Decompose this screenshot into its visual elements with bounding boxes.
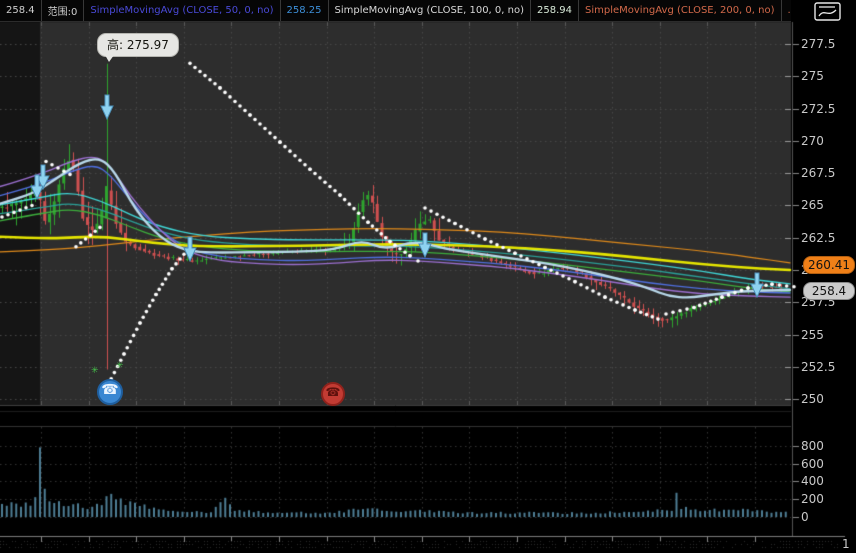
price-axis-label: 250 — [801, 392, 824, 407]
price-axis-label: 277.5 — [801, 36, 836, 51]
sell-signal-arrow-icon — [183, 236, 197, 263]
price-axis-label: 262.5 — [801, 230, 836, 245]
volume-axis-label: 600 — [801, 456, 824, 471]
green-marker-icon: ✳ — [116, 361, 124, 371]
study-toolbar: 258.4 范围:0 SimpleMovingAvg (CLOSE, 50, 0, … — [0, 0, 791, 22]
conference-call-event-icon[interactable]: ☎ — [321, 382, 345, 406]
volume-axis-label: 200 — [801, 492, 824, 507]
price-chart-canvas[interactable] — [0, 0, 856, 553]
price-readout: 范围:0 — [42, 0, 85, 21]
price-axis-label: 275 — [801, 69, 824, 84]
sell-signal-arrow-icon — [418, 232, 432, 259]
line-curve-icon — [814, 2, 841, 21]
study-value: 258.25 — [281, 0, 329, 21]
chart-style-button[interactable] — [814, 2, 841, 21]
volume-axis-label: 400 — [801, 474, 824, 489]
high-price-tooltip: 高: 275.97 — [97, 33, 179, 62]
price-axis-label: 270 — [801, 133, 824, 148]
trading-chart-window: 258.4 范围:0 SimpleMovingAvg (CLOSE, 50, 0, … — [0, 0, 856, 553]
sell-signal-arrow-icon — [750, 272, 764, 298]
last-price-badge: 258.4 — [803, 281, 855, 300]
sell-signal-arrow-icon — [30, 174, 44, 201]
volume-axis-label: 800 — [801, 438, 824, 453]
price-axis-label: 267.5 — [801, 166, 836, 181]
green-marker-icon: ✳ — [91, 366, 99, 376]
study-value: ... — [782, 0, 792, 21]
volume-axis-label: 0 — [801, 510, 809, 524]
price-readout: 258.4 — [0, 0, 42, 21]
study-label[interactable]: SimpleMovingAvg (CLOSE, 200, 0, no) — [579, 0, 782, 21]
price-axis-label: 272.5 — [801, 101, 836, 116]
price-axis-label: 265 — [801, 198, 824, 213]
time-axis-label: 1 — [842, 537, 850, 551]
price-axis-label: 255 — [801, 327, 824, 342]
conference-call-event-icon[interactable]: ☎ — [97, 379, 123, 405]
study-value: 258.94 — [531, 0, 579, 21]
study-label[interactable]: SimpleMovingAvg (CLOSE, 100, 0, no) — [329, 0, 531, 21]
sma200-price-badge: 260.41 — [803, 255, 855, 274]
price-axis-label: 252.5 — [801, 359, 836, 374]
sell-signal-arrow-icon — [100, 94, 114, 121]
study-label[interactable]: SimpleMovingAvg (CLOSE, 50, 0, no) — [84, 0, 281, 21]
